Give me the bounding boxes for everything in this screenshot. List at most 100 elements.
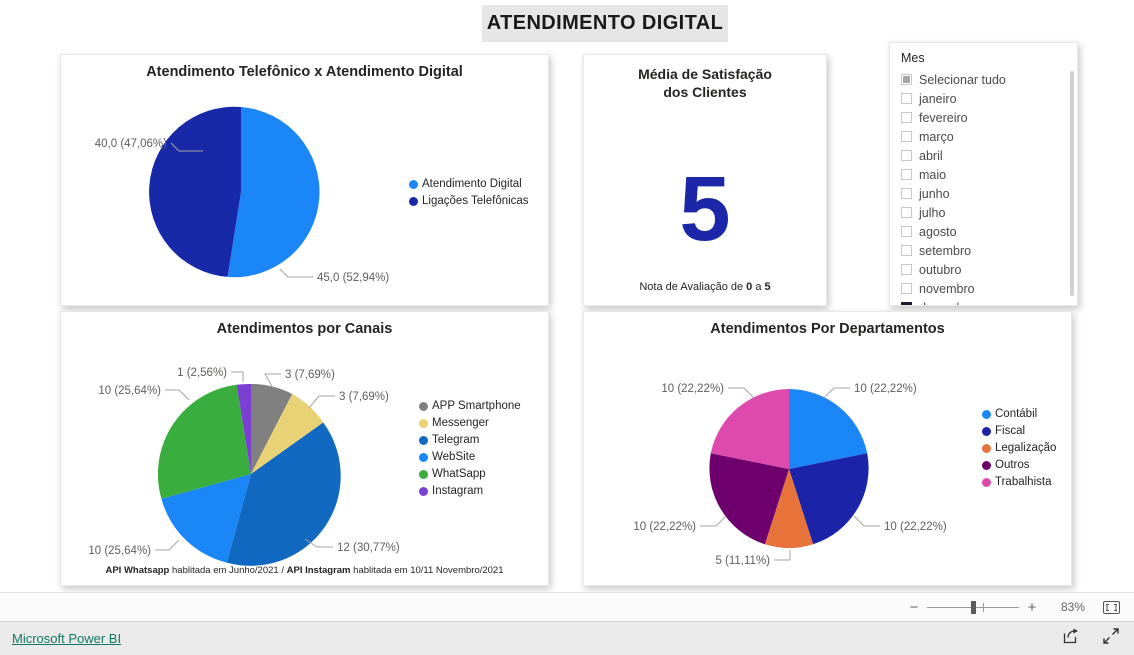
legend-item-trabalhista[interactable]: Trabalhista [982, 476, 1056, 488]
legend-dot-icon [419, 435, 428, 445]
checkbox-icon[interactable] [901, 264, 912, 275]
legend-dot-icon [419, 452, 428, 462]
slicer-item-fevereiro[interactable]: fevereiro [890, 108, 1077, 127]
chart-title-channels: Atendimentos por Canais [216, 321, 393, 337]
legend-item-whatsapp[interactable]: WhatSapp [419, 468, 521, 480]
legend-dot-icon [409, 196, 418, 206]
legend-dot-icon [982, 460, 991, 470]
footnote-api-instagram: API Instagram [286, 565, 351, 576]
slicer-item-setembro[interactable]: setembro [890, 241, 1077, 260]
legend-item-outros[interactable]: Outros [982, 459, 1056, 471]
slicer-item-maio[interactable]: maio [890, 165, 1077, 184]
legend-item-fiscal[interactable]: Fiscal [982, 425, 1056, 437]
slicer-item-abril[interactable]: abril [890, 146, 1077, 165]
pie-slice-atendimento-digital[interactable] [227, 107, 320, 278]
checkbox-icon[interactable] [901, 169, 912, 180]
checkbox-icon[interactable] [901, 150, 912, 161]
slicer-item-junho[interactable]: junho [890, 184, 1077, 203]
zoom-slider[interactable] [927, 600, 1019, 614]
pie-chart-phone-vs-digital[interactable]: 40,0 (47,06%) 45,0 (52,94%) [75, 89, 455, 299]
zoom-in-button[interactable]: + [1025, 599, 1039, 616]
slicer-item-list[interactable]: Selecionar tudo janeiro fevereiro março … [890, 70, 1077, 305]
slicer-scrollbar[interactable] [1070, 71, 1074, 296]
legend-item-instagram[interactable]: Instagram [419, 485, 521, 497]
pie-slice-ligacoes-telefonicas[interactable] [149, 106, 241, 277]
slicer-item-label: setembro [919, 243, 972, 258]
slicer-item-label: novembro [919, 281, 975, 296]
chart-tile-phone-vs-digital[interactable]: Atendimento Telefônico x Atendimento Dig… [60, 54, 549, 306]
legend-item-legalizacao[interactable]: Legalização [982, 442, 1056, 454]
checkbox-icon[interactable] [901, 283, 912, 294]
checkbox-icon[interactable] [901, 112, 912, 123]
legend-dot-icon [982, 443, 991, 453]
checkbox-icon[interactable] [901, 74, 912, 85]
card-tile-satisfaction[interactable]: Média de Satisfação dos Clientes 5 Nota … [583, 54, 827, 306]
legend-label: WebSite [432, 451, 476, 463]
slicer-item-janeiro[interactable]: janeiro [890, 89, 1077, 108]
checkbox-icon[interactable] [901, 245, 912, 256]
checkbox-icon[interactable] [901, 188, 912, 199]
slicer-item-marco[interactable]: março [890, 127, 1077, 146]
legend-dot-icon [419, 486, 428, 496]
chart-title-phone-vs-digital: Atendimento Telefônico x Atendimento Dig… [146, 64, 463, 80]
legend-label: Legalização [995, 442, 1057, 454]
legend-label: Fiscal [995, 425, 1026, 437]
legend-label: Telegram [432, 434, 480, 446]
chart-tile-channels[interactable]: Atendimentos por Canais 1 (2,56%) 10 (25… [60, 311, 549, 586]
pie-chart-channels[interactable]: 1 (2,56%) 10 (25,64%) 3 (7,69%) 3 (7,69%… [69, 344, 469, 566]
slicer-item-novembro[interactable]: novembro [890, 279, 1077, 298]
legend-dot-icon [982, 409, 991, 419]
satisfaction-footer-prefix: Nota de Avaliação de [639, 281, 747, 293]
slicer-item-agosto[interactable]: agosto [890, 222, 1077, 241]
legend-item-ligacoes-telefonicas[interactable]: Ligações Telefônicas [409, 195, 529, 207]
legend-dot-icon [982, 477, 991, 487]
slicer-item-julho[interactable]: julho [890, 203, 1077, 222]
chart-tile-departments[interactable]: Atendimentos Por Departamentos 10 (22,22… [583, 311, 1072, 586]
pie-chart-departments[interactable]: 10 (22,22%) 10 (22,22%) 5 (11,11%) 10 (2… [614, 344, 994, 567]
slicer-item-outubro[interactable]: outubro [890, 260, 1077, 279]
legend-phone-vs-digital: Atendimento Digital Ligações Telefônicas [409, 178, 529, 212]
zoom-slider-tick [983, 602, 984, 612]
satisfaction-card-heading: Média de Satisfação dos Clientes [584, 65, 826, 101]
checkbox-icon[interactable] [901, 93, 912, 104]
power-bi-link[interactable]: Microsoft Power BI [12, 631, 121, 646]
zoom-slider-thumb[interactable] [971, 600, 976, 614]
pie-label-app-smartphone: 3 (7,69%) [285, 369, 335, 381]
legend-item-atendimento-digital[interactable]: Atendimento Digital [409, 178, 529, 190]
slicer-item-selecionar-tudo[interactable]: Selecionar tudo [890, 70, 1077, 89]
legend-item-messenger[interactable]: Messenger [419, 417, 521, 429]
slicer-inner: Mes Selecionar tudo janeiro fevereiro ma… [890, 43, 1077, 305]
pie-label-trabalhista: 10 (22,22%) [661, 383, 724, 395]
satisfaction-heading-line1: Média de Satisfação [638, 66, 772, 82]
fit-to-page-icon[interactable] [1103, 600, 1120, 614]
legend-item-contabil[interactable]: Contábil [982, 408, 1056, 420]
share-icon[interactable] [1062, 627, 1080, 650]
satisfaction-footer-mid: a [752, 281, 765, 293]
zoom-level-label: 83% [1060, 600, 1085, 614]
footnote-end-text: hablitada em 10/11 Novembro/2021 [350, 565, 504, 576]
legend-channels: APP Smartphone Messenger Telegram WebSit… [419, 400, 521, 502]
slicer-item-dezembro[interactable]: dezembro [890, 298, 1077, 305]
slicer-item-label: dezembro [919, 301, 975, 306]
satisfaction-heading-line2: dos Clientes [663, 84, 747, 100]
legend-label: APP Smartphone [432, 400, 521, 412]
slicer-tile-mes[interactable]: Mes Selecionar tudo janeiro fevereiro ma… [889, 42, 1078, 306]
legend-departments: Contábil Fiscal Legalização Outros Traba… [982, 408, 1056, 493]
legend-item-website[interactable]: WebSite [419, 451, 521, 463]
pie-label-messenger: 3 (7,69%) [339, 391, 389, 403]
checkbox-icon[interactable] [901, 302, 912, 305]
satisfaction-footer-max: 5 [764, 281, 771, 293]
checkbox-icon[interactable] [901, 131, 912, 142]
fullscreen-icon[interactable] [1102, 627, 1120, 650]
report-canvas: ATENDIMENTO DIGITAL Atendimento Telefôni… [0, 0, 1134, 592]
checkbox-icon[interactable] [901, 226, 912, 237]
pie-label-outros: 10 (22,22%) [633, 521, 696, 533]
legend-item-telegram[interactable]: Telegram [419, 434, 521, 446]
checkbox-icon[interactable] [901, 207, 912, 218]
pie-label-legalizacao: 5 (11,11%) [715, 555, 770, 567]
zoom-out-button[interactable]: − [907, 599, 921, 616]
legend-label: Outros [995, 459, 1030, 471]
legend-item-app-smartphone[interactable]: APP Smartphone [419, 400, 521, 412]
slicer-header-mes: Mes [901, 51, 925, 65]
slicer-item-label: agosto [919, 224, 957, 239]
